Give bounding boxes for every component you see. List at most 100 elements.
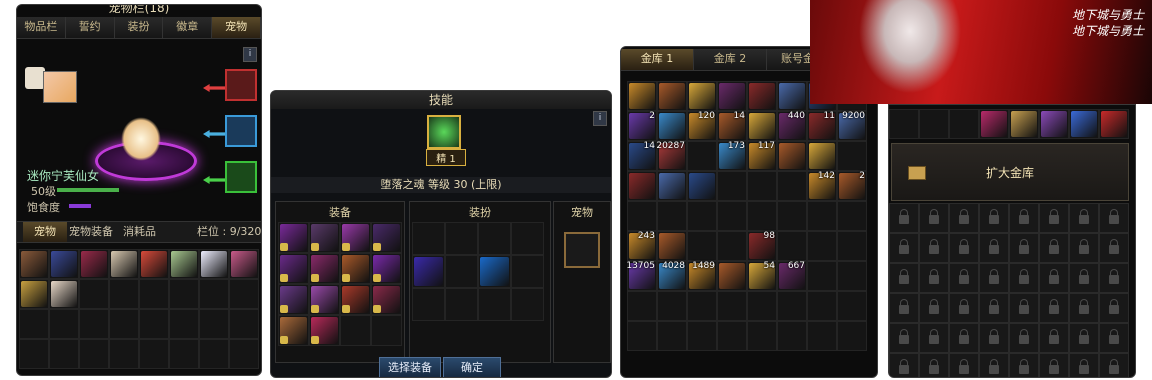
inventory-slot[interactable]: [777, 81, 807, 111]
inventory-slot[interactable]: [747, 81, 777, 111]
inventory-slot[interactable]: [49, 279, 79, 309]
inventory-slot[interactable]: [657, 291, 687, 321]
inventory-slot[interactable]: [889, 109, 919, 139]
inventory-slot[interactable]: [777, 141, 807, 171]
pet-slot-paw-icon[interactable]: [564, 232, 600, 268]
inventory-slot[interactable]: [229, 279, 259, 309]
inventory-slot[interactable]: 440: [777, 111, 807, 141]
inventory-slot[interactable]: [717, 201, 747, 231]
inventory-slot[interactable]: [169, 339, 199, 369]
inventory-slot[interactable]: [777, 171, 807, 201]
inventory-slot[interactable]: [340, 253, 371, 284]
inventory-slot[interactable]: [777, 291, 807, 321]
inventory-slot[interactable]: [309, 222, 340, 253]
inventory-slot[interactable]: [19, 309, 49, 339]
inventory-slot[interactable]: 142: [807, 171, 837, 201]
inventory-slot[interactable]: [19, 339, 49, 369]
subtab-pet[interactable]: 宠物: [23, 222, 67, 242]
inventory-slot[interactable]: 4028: [657, 261, 687, 291]
inventory-slot[interactable]: [687, 141, 717, 171]
inventory-slot[interactable]: [627, 201, 657, 231]
inventory-slot[interactable]: 2: [627, 111, 657, 141]
info-button[interactable]: i: [593, 111, 607, 126]
inventory-slot[interactable]: [717, 81, 747, 111]
inventory-slot[interactable]: [229, 249, 259, 279]
inventory-slot[interactable]: [747, 201, 777, 231]
inventory-slot[interactable]: [19, 279, 49, 309]
tab-vault-2[interactable]: 金库 2: [694, 49, 767, 71]
inventory-slot[interactable]: [169, 309, 199, 339]
inventory-slot[interactable]: [412, 255, 445, 288]
tab-pledge[interactable]: 誓约: [65, 17, 115, 39]
inventory-slot[interactable]: [837, 261, 867, 291]
expand-vault-bar[interactable]: 扩大金库: [891, 143, 1129, 201]
inventory-slot[interactable]: [79, 339, 109, 369]
tab-inventory[interactable]: 物品栏: [17, 17, 66, 39]
inventory-slot[interactable]: [807, 261, 837, 291]
inventory-slot[interactable]: [19, 249, 49, 279]
inventory-slot[interactable]: [807, 291, 837, 321]
inventory-slot[interactable]: [445, 255, 478, 288]
inventory-slot[interactable]: [747, 171, 777, 201]
inventory-slot[interactable]: [807, 141, 837, 171]
inventory-slot[interactable]: [139, 249, 169, 279]
inventory-slot[interactable]: [371, 253, 402, 284]
inventory-slot[interactable]: [919, 109, 949, 139]
inventory-slot[interactable]: [1039, 109, 1069, 139]
inventory-slot[interactable]: [199, 339, 229, 369]
inventory-slot[interactable]: [807, 231, 837, 261]
inventory-slot[interactable]: [687, 171, 717, 201]
inventory-slot[interactable]: [340, 315, 371, 346]
inventory-slot[interactable]: [139, 279, 169, 309]
inventory-slot[interactable]: [807, 201, 837, 231]
inventory-slot[interactable]: [807, 321, 837, 351]
inventory-slot[interactable]: [445, 222, 478, 255]
inventory-slot[interactable]: [979, 109, 1009, 139]
inventory-slot[interactable]: 14: [717, 111, 747, 141]
inventory-slot[interactable]: [169, 249, 199, 279]
inventory-slot[interactable]: [717, 171, 747, 201]
inventory-slot[interactable]: [371, 222, 402, 253]
inventory-slot[interactable]: [687, 201, 717, 231]
inventory-slot[interactable]: 117: [747, 141, 777, 171]
inventory-slot[interactable]: 9200: [837, 111, 867, 141]
inventory-slot[interactable]: [747, 321, 777, 351]
pet-slot-1[interactable]: [225, 69, 257, 101]
inventory-slot[interactable]: [1099, 109, 1129, 139]
inventory-slot[interactable]: [445, 288, 478, 321]
inventory-slot[interactable]: [340, 222, 371, 253]
inventory-slot[interactable]: 243: [627, 231, 657, 261]
inventory-slot[interactable]: [199, 279, 229, 309]
inventory-slot[interactable]: [1069, 109, 1099, 139]
inventory-slot[interactable]: [278, 222, 309, 253]
inventory-slot[interactable]: [747, 111, 777, 141]
inventory-slot[interactable]: [49, 249, 79, 279]
inventory-slot[interactable]: [657, 171, 687, 201]
inventory-slot[interactable]: [687, 81, 717, 111]
inventory-slot[interactable]: [169, 279, 199, 309]
inventory-slot[interactable]: [511, 255, 544, 288]
inventory-slot[interactable]: [717, 321, 747, 351]
inventory-slot[interactable]: [412, 288, 445, 321]
inventory-slot[interactable]: [79, 309, 109, 339]
tab-avatar[interactable]: 装扮: [114, 17, 164, 39]
inventory-slot[interactable]: [687, 291, 717, 321]
inventory-slot[interactable]: [109, 339, 139, 369]
pet-slot-2[interactable]: [225, 115, 257, 147]
inventory-slot[interactable]: 54: [747, 261, 777, 291]
inventory-slot[interactable]: 120: [687, 111, 717, 141]
inventory-slot[interactable]: [777, 321, 807, 351]
inventory-slot[interactable]: [79, 249, 109, 279]
inventory-slot[interactable]: [837, 201, 867, 231]
tab-emblem[interactable]: 徽章: [163, 17, 213, 39]
inventory-slot[interactable]: [657, 201, 687, 231]
inventory-slot[interactable]: [687, 321, 717, 351]
inventory-slot[interactable]: [278, 315, 309, 346]
inventory-slot[interactable]: [717, 261, 747, 291]
inventory-slot[interactable]: [837, 291, 867, 321]
inventory-slot[interactable]: 1489: [687, 261, 717, 291]
pet-portrait-icon[interactable]: [43, 71, 77, 103]
inventory-slot[interactable]: [687, 231, 717, 261]
inventory-slot[interactable]: [511, 222, 544, 255]
tab-pet[interactable]: 宠物: [212, 17, 261, 39]
